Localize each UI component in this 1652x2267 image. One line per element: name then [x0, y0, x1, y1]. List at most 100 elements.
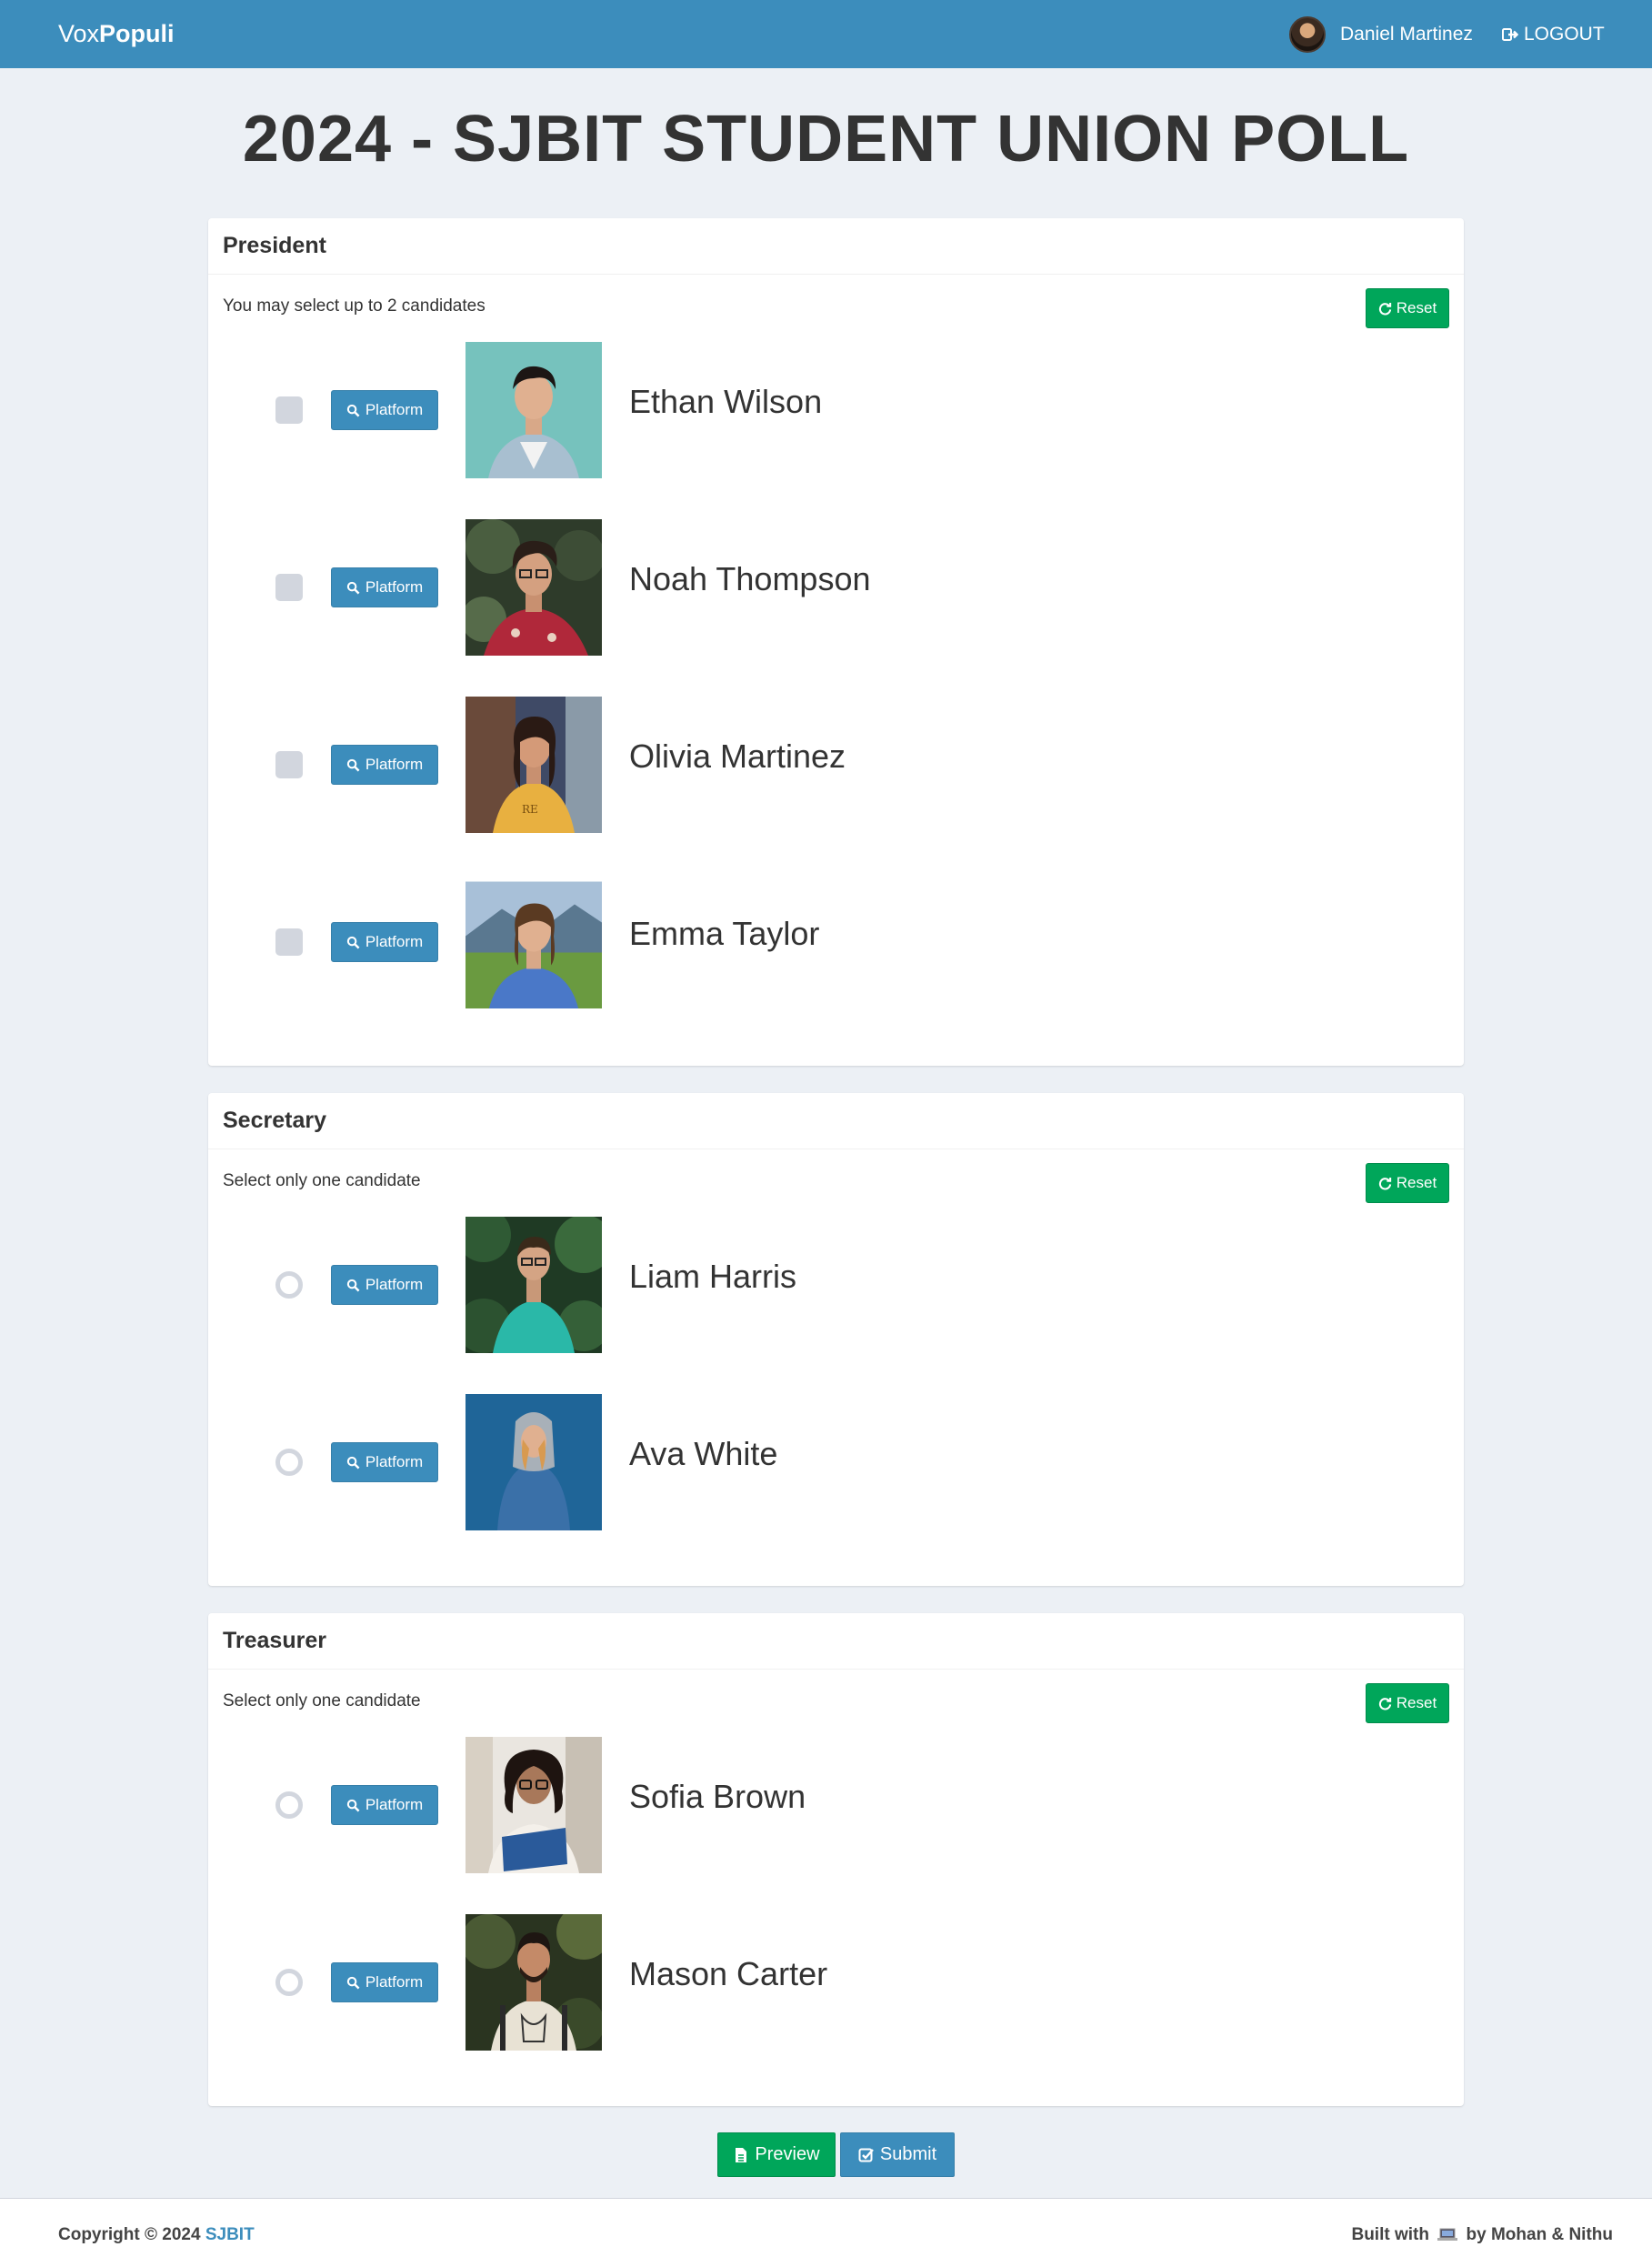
- position-box-treasurer: Treasurer Select only one candidate Rese…: [208, 1613, 1464, 2106]
- top-navbar: VoxPopuli Daniel Martinez LOGOUT: [0, 0, 1652, 68]
- search-icon: [346, 404, 360, 416]
- svg-text:RE: RE: [522, 803, 538, 816]
- candidate-row: Platform Ava White: [208, 1394, 1464, 1530]
- platform-label: Platform: [365, 1276, 424, 1293]
- vote-radio[interactable]: [275, 1791, 303, 1819]
- brand-bold: Populi: [99, 20, 175, 47]
- check-square-icon: [858, 2148, 874, 2162]
- position-instruction: You may select up to 2 candidates: [223, 296, 486, 316]
- candidate-photo: [466, 1217, 602, 1353]
- preview-button[interactable]: Preview: [717, 2132, 836, 2177]
- search-icon: [346, 936, 360, 948]
- search-icon: [346, 1799, 360, 1811]
- platform-button[interactable]: Platform: [331, 922, 438, 962]
- platform-label: Platform: [365, 578, 424, 596]
- candidate-row: Platform RE Olivia Martinez: [208, 697, 1464, 833]
- candidate-row: Platform Sofia Brown: [208, 1737, 1464, 1873]
- built-suffix: by Mohan & Nithu: [1466, 2225, 1613, 2244]
- candidate-row: Platform Ethan Wilson: [208, 342, 1464, 478]
- brand-logo[interactable]: VoxPopuli: [58, 20, 175, 48]
- submit-button[interactable]: Submit: [840, 2132, 955, 2177]
- laptop-icon: [1437, 2228, 1458, 2241]
- copyright-prefix: Copyright © 2024: [58, 2225, 201, 2244]
- vote-radio[interactable]: [275, 1271, 303, 1299]
- candidate-name: Mason Carter: [629, 1955, 828, 1992]
- sign-out-icon: [1502, 28, 1518, 41]
- position-title: Treasurer: [208, 1613, 1464, 1670]
- vote-checkbox[interactable]: [275, 396, 303, 424]
- position-instruction: Select only one candidate: [223, 1691, 421, 1710]
- brand-prefix: Vox: [58, 20, 100, 47]
- reset-button[interactable]: Reset: [1366, 1163, 1449, 1203]
- logout-button[interactable]: LOGOUT: [1502, 24, 1605, 45]
- candidate-row: Platform Emma Taylor: [208, 874, 1464, 1010]
- reset-label: Reset: [1396, 299, 1437, 316]
- candidate-row: Platform Liam Harris: [208, 1217, 1464, 1353]
- candidate-name: Noah Thompson: [629, 560, 871, 597]
- search-icon: [346, 581, 360, 594]
- submit-label: Submit: [879, 2144, 937, 2164]
- ballot-actions: Preview Submit: [717, 2132, 955, 2177]
- candidate-photo: RE: [466, 697, 602, 833]
- position-instruction: Select only one candidate: [223, 1171, 421, 1190]
- reset-label: Reset: [1396, 1694, 1437, 1711]
- candidate-photo: [466, 519, 602, 656]
- candidate-name: Sofia Brown: [629, 1778, 806, 1815]
- user-menu[interactable]: Daniel Martinez: [1289, 16, 1473, 53]
- platform-label: Platform: [365, 933, 424, 950]
- refresh-icon: [1378, 1177, 1391, 1189]
- position-box-secretary: Secretary Select only one candidate Rese…: [208, 1093, 1464, 1586]
- position-title: Secretary: [208, 1093, 1464, 1149]
- candidate-name: Ethan Wilson: [629, 383, 823, 420]
- platform-button[interactable]: Platform: [331, 745, 438, 785]
- platform-label: Platform: [365, 1973, 424, 1991]
- platform-label: Platform: [365, 401, 424, 418]
- preview-label: Preview: [755, 2144, 820, 2164]
- candidate-row: Platform Mason Carter: [208, 1914, 1464, 2051]
- candidate-photo: [466, 1737, 602, 1873]
- page-title: 2024 - SJBIT STUDENT UNION POLL: [242, 103, 1410, 176]
- reset-button[interactable]: Reset: [1366, 288, 1449, 328]
- vote-radio[interactable]: [275, 1969, 303, 1996]
- refresh-icon: [1378, 302, 1391, 315]
- vote-checkbox[interactable]: [275, 574, 303, 601]
- platform-button[interactable]: Platform: [331, 1785, 438, 1825]
- candidate-name: Emma Taylor: [629, 915, 820, 952]
- search-icon: [346, 1976, 360, 1989]
- platform-label: Platform: [365, 1796, 424, 1813]
- copyright-text: Copyright © 2024 SJBIT: [58, 2225, 255, 2245]
- candidate-photo: [466, 342, 602, 478]
- platform-button[interactable]: Platform: [331, 1265, 438, 1305]
- page-footer: Copyright © 2024 SJBIT Built with by Moh…: [0, 2198, 1652, 2267]
- platform-label: Platform: [365, 756, 424, 773]
- vote-radio[interactable]: [275, 1449, 303, 1476]
- refresh-icon: [1378, 1697, 1391, 1710]
- reset-label: Reset: [1396, 1174, 1437, 1191]
- position-title: President: [208, 218, 1464, 275]
- candidate-photo: [466, 878, 602, 1008]
- candidate-name: Liam Harris: [629, 1258, 797, 1295]
- platform-button[interactable]: Platform: [331, 390, 438, 430]
- candidate-photo: [466, 1394, 602, 1530]
- candidate-row: Platform Noah Thompson: [208, 519, 1464, 656]
- platform-button[interactable]: Platform: [331, 1442, 438, 1482]
- search-icon: [346, 758, 360, 771]
- file-icon: [736, 2147, 747, 2162]
- platform-button[interactable]: Platform: [331, 1962, 438, 2002]
- candidate-name: Ava White: [629, 1435, 778, 1472]
- logout-label: LOGOUT: [1524, 24, 1605, 45]
- reset-button[interactable]: Reset: [1366, 1683, 1449, 1723]
- user-avatar: [1289, 16, 1326, 53]
- position-box-president: President You may select up to 2 candida…: [208, 218, 1464, 1066]
- search-icon: [346, 1279, 360, 1291]
- sjbit-link[interactable]: SJBIT: [205, 2225, 255, 2244]
- vote-checkbox[interactable]: [275, 928, 303, 956]
- built-prefix: Built with: [1351, 2225, 1429, 2244]
- platform-button[interactable]: Platform: [331, 567, 438, 607]
- candidate-photo: [466, 1914, 602, 2051]
- search-icon: [346, 1456, 360, 1469]
- built-with-text: Built with by Mohan & Nithu: [1351, 2225, 1613, 2245]
- user-name: Daniel Martinez: [1340, 24, 1473, 45]
- vote-checkbox[interactable]: [275, 751, 303, 778]
- candidate-name: Olivia Martinez: [629, 737, 846, 775]
